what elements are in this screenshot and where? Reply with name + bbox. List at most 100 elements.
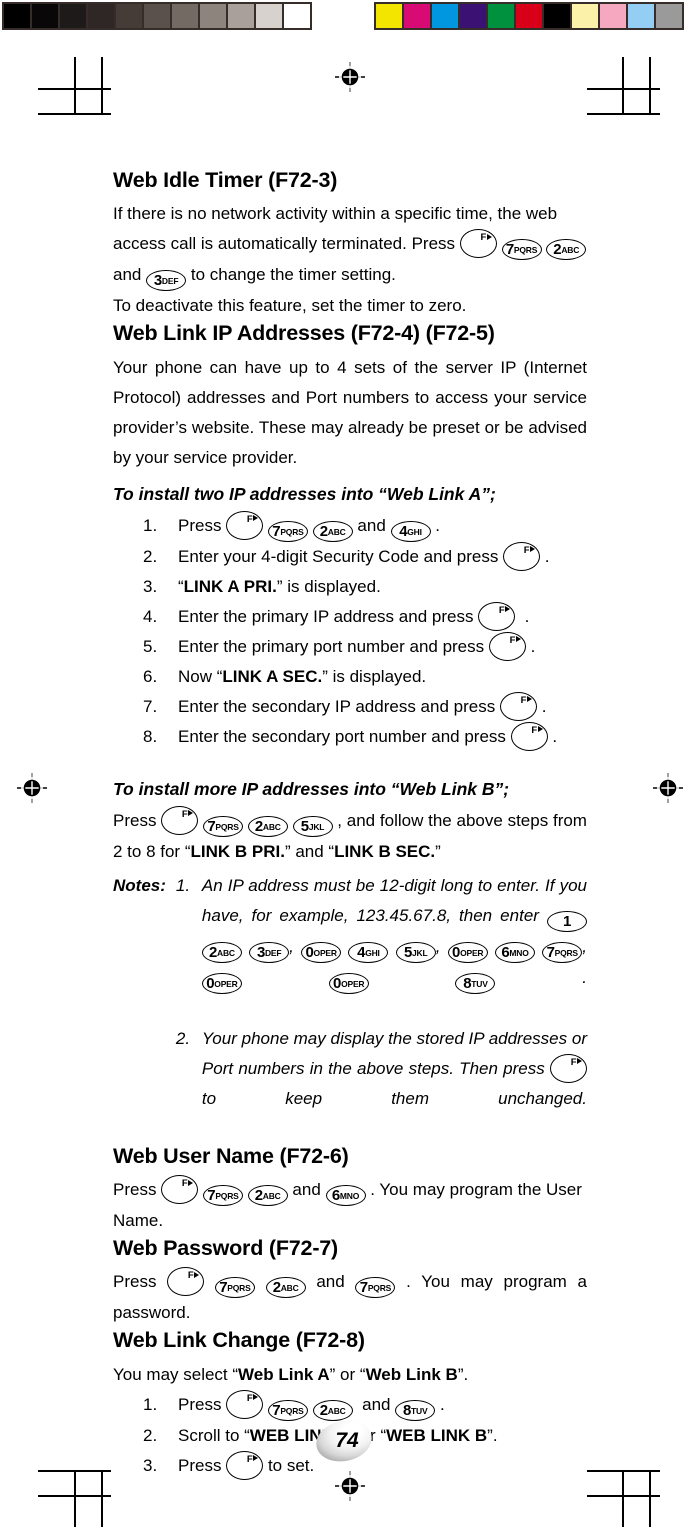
step-terminator: . <box>435 515 440 535</box>
key-letters: GHI <box>365 947 380 958</box>
function-key-icon[interactable]: F <box>488 631 526 661</box>
keypad-key-6-icon[interactable]: 6MNO <box>325 1185 366 1207</box>
display-label: Web Link B <box>365 1364 458 1384</box>
grayscale-patch-6 <box>172 4 198 28</box>
step-terminator: . <box>541 696 547 716</box>
function-key-label: F <box>523 544 530 556</box>
right-triangle-icon <box>505 606 511 613</box>
key-digit: 7 <box>505 241 514 259</box>
color-patch-8 <box>600 4 626 28</box>
function-key-icon[interactable]: F <box>226 1389 264 1419</box>
step-text: Enter the primary IP address and press <box>178 606 474 626</box>
note-text-2: to keep them unchanged. <box>201 1088 587 1108</box>
keypad-key-7-icon[interactable]: 7PQRS <box>203 815 243 837</box>
step-text: Press <box>178 515 222 535</box>
keypad-key-7-icon[interactable]: 7PQRS <box>202 1185 243 1207</box>
key-letters: ABC <box>280 1283 299 1294</box>
keypad-key-7-icon[interactable]: 7PQRS <box>542 941 583 963</box>
function-key-icon[interactable]: F <box>499 691 537 721</box>
keypad-key-2-icon[interactable]: 2ABC <box>312 1399 353 1421</box>
grayscale-patch-3 <box>88 4 114 28</box>
function-key-icon[interactable]: F <box>503 541 541 571</box>
key-letters: ABC <box>327 526 346 537</box>
keypad-key-2-icon[interactable]: 2ABC <box>201 941 242 963</box>
keypad-key-3-icon[interactable]: 3DEF <box>249 941 290 963</box>
registration-target-left <box>17 773 47 803</box>
step-terminator: ” is displayed. <box>322 666 427 686</box>
key-letters: TUV <box>471 978 488 989</box>
function-key-icon[interactable]: F <box>478 601 516 631</box>
right-triangle-icon <box>253 515 259 522</box>
keypad-key-4-icon[interactable]: 4GHI <box>348 941 389 963</box>
keypad-key-0-icon[interactable]: 0OPER <box>201 972 242 994</box>
section-heading-web-idle-timer: Web Idle Timer (F72-3) <box>113 168 338 192</box>
notes-block: Notes: 1. An IP address must be 12-digit… <box>113 871 587 1144</box>
page-number: 74 <box>312 1415 376 1467</box>
function-key-icon[interactable]: F <box>226 510 264 540</box>
function-key-label: F <box>181 808 188 820</box>
keypad-key-2-icon[interactable]: 2ABC <box>247 815 288 837</box>
function-key-icon[interactable]: F <box>550 1053 587 1083</box>
note-separator: , <box>435 936 441 956</box>
keypad-key-2-icon[interactable]: 2ABC <box>312 520 353 542</box>
right-triangle-icon <box>530 546 536 553</box>
keypad-key-6-icon[interactable]: 6MNO <box>494 941 535 963</box>
grayscale-patch-10 <box>284 4 310 28</box>
keypad-key-4-icon[interactable]: 4GHI <box>390 520 431 542</box>
keypad-key-5-icon[interactable]: 5JKL <box>395 941 436 963</box>
key-digit: 8 <box>403 1401 412 1419</box>
step-number: 6. <box>143 666 158 686</box>
function-key-icon[interactable]: F <box>161 805 199 835</box>
key-digit: 1 <box>562 912 572 930</box>
key-letters: ABC <box>262 1191 281 1202</box>
right-triangle-icon <box>515 636 521 643</box>
crop-mark-line <box>649 57 651 114</box>
keypad-key-1-icon[interactable]: 1 <box>547 910 587 932</box>
link-change-text-2: ” or “ <box>329 1364 366 1384</box>
function-key-icon[interactable]: F <box>167 1267 205 1297</box>
list-item: 3. “LINK A PRI.” is displayed. <box>143 572 587 602</box>
keypad-key-0-icon[interactable]: 0OPER <box>301 941 342 963</box>
idle-timer-text-4: To deactivate this feature, set the time… <box>113 296 467 316</box>
color-patch-9 <box>628 4 654 28</box>
keypad-key-8-icon[interactable]: 8TUV <box>395 1399 436 1421</box>
link-b-text-3: ” and “ <box>284 841 335 861</box>
key-letters: PQRS <box>215 1191 239 1202</box>
key-digit: 3 <box>153 272 162 290</box>
color-patch-6 <box>544 4 570 28</box>
keypad-key-7-icon[interactable]: 7PQRS <box>355 1277 396 1299</box>
function-key-icon[interactable]: F <box>459 229 497 259</box>
crop-mark-line <box>101 1470 103 1527</box>
display-label: LINK A PRI. <box>183 576 277 596</box>
list-item: 4. Enter the primary IP address and press… <box>143 601 587 632</box>
notes-items: 1. An IP address must be 12-digit long t… <box>176 871 587 1144</box>
color-patch-10 <box>656 4 682 28</box>
keypad-key-7-icon[interactable]: 7PQRS <box>267 520 308 542</box>
keypad-key-2-icon[interactable]: 2ABC <box>247 1185 288 1207</box>
color-patch-7 <box>572 4 598 28</box>
keypad-key-5-icon[interactable]: 5JKL <box>292 815 333 837</box>
manual-page-content: Web Idle Timer (F72-3) If there is no ne… <box>113 168 587 1481</box>
step-terminator: ”. <box>487 1425 498 1445</box>
function-key-icon[interactable]: F <box>226 1450 264 1480</box>
keypad-key-8-icon[interactable]: 8TUV <box>455 972 496 994</box>
color-calibration-strip <box>374 2 684 30</box>
crop-mark-line <box>74 1470 76 1527</box>
keypad-key-0-icon[interactable]: 0OPER <box>447 941 488 963</box>
key-letters: ABC <box>262 821 281 832</box>
function-key-icon[interactable]: F <box>510 721 548 751</box>
keypad-key-3-icon[interactable]: 3DEF <box>146 270 187 292</box>
key-letters: ABC <box>327 1405 346 1416</box>
keypad-key-0-icon[interactable]: 0OPER <box>328 972 369 994</box>
keypad-key-7-icon[interactable]: 7PQRS <box>214 1277 255 1299</box>
function-key-label: F <box>480 232 487 244</box>
step-number: 3. <box>143 1455 158 1475</box>
function-key-icon[interactable]: F <box>161 1175 199 1205</box>
list-item: 2. Enter your 4-digit Security Code and p… <box>143 541 587 572</box>
keypad-key-2-icon[interactable]: 2ABC <box>546 239 587 261</box>
web-link-b-body: Press F 7PQRS 2ABC 5JKL , and follow the… <box>113 805 587 867</box>
keypad-key-7-icon[interactable]: 7PQRS <box>267 1399 308 1421</box>
web-user-name-body: Press F 7PQRS 2ABC and 6MNO . You may pr… <box>113 1175 587 1236</box>
keypad-key-7-icon[interactable]: 7PQRS <box>501 239 542 261</box>
keypad-key-2-icon[interactable]: 2ABC <box>265 1277 306 1299</box>
